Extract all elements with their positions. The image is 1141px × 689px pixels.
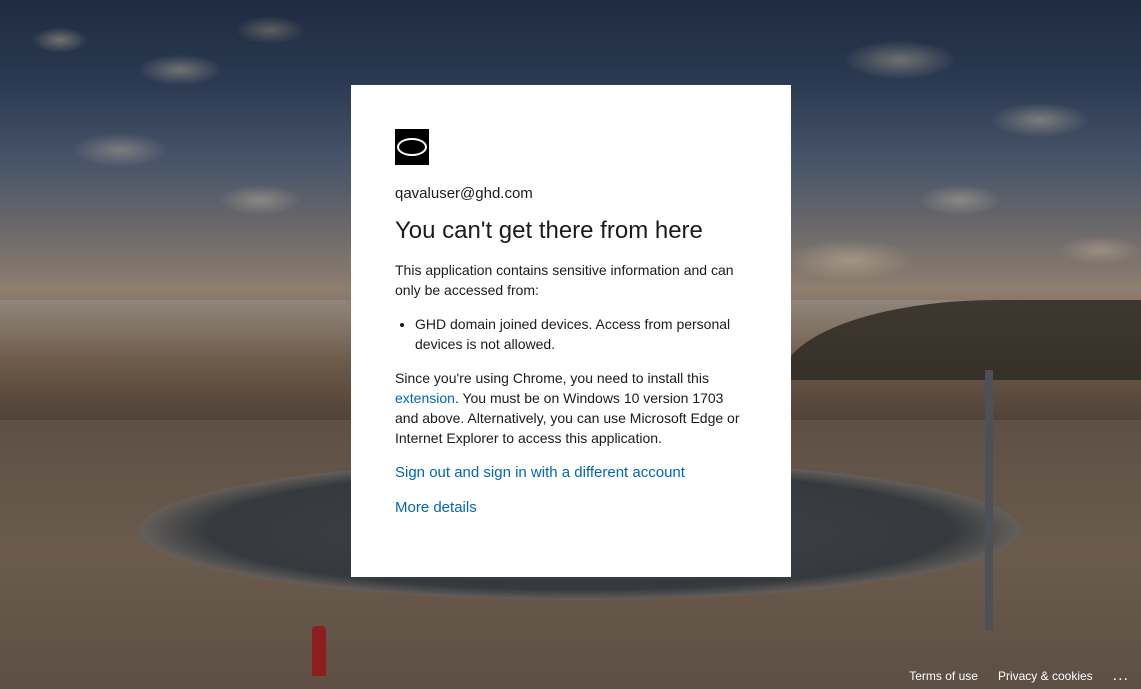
footer: Terms of use Privacy & cookies ... xyxy=(909,668,1129,684)
error-intro: This application contains sensitive info… xyxy=(395,262,734,298)
browser-instructions-text: Since you're using Chrome, you need to i… xyxy=(395,370,709,386)
page-title: You can't get there from here xyxy=(395,217,703,244)
logo-oval xyxy=(397,138,427,156)
login-card: qavaluser@ghd.com You can't get there fr… xyxy=(351,85,791,577)
ghd-logo-icon xyxy=(395,129,429,165)
light-pole xyxy=(985,370,993,630)
extension-link[interactable]: extension xyxy=(395,390,455,406)
more-options-icon[interactable]: ... xyxy=(1113,668,1129,684)
more-details-link[interactable]: More details xyxy=(395,499,747,516)
account-email: qavaluser@ghd.com xyxy=(395,185,533,202)
fire-hydrant xyxy=(312,626,326,676)
requirement-item: GHD domain joined devices. Access from p… xyxy=(415,314,747,354)
requirements-list: GHD domain joined devices. Access from p… xyxy=(395,314,747,354)
terms-of-use-link[interactable]: Terms of use xyxy=(909,669,978,683)
browser-instructions: Since you're using Chrome, you need to i… xyxy=(395,368,747,448)
sign-out-link[interactable]: Sign out and sign in with a different ac… xyxy=(395,464,747,481)
privacy-cookies-link[interactable]: Privacy & cookies xyxy=(998,669,1093,683)
